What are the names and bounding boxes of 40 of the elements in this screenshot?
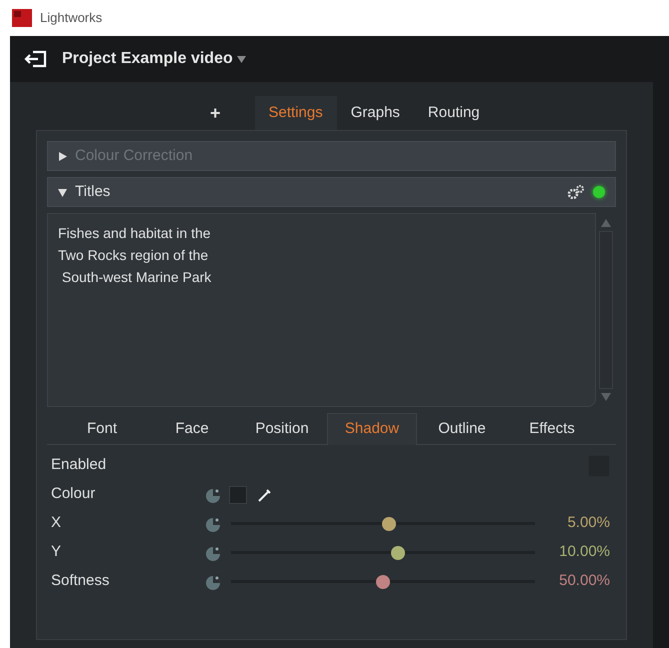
reset-knob-icon[interactable] (205, 486, 221, 502)
slider-thumb[interactable] (391, 546, 406, 560)
eyedropper-icon[interactable] (257, 488, 271, 502)
slider-thumb[interactable] (382, 516, 396, 530)
property-label: Softness (51, 571, 110, 592)
subtab[interactable]: Shadow (327, 413, 417, 445)
enabled-indicator[interactable] (593, 186, 605, 198)
tab[interactable]: + (196, 96, 235, 130)
colour-swatch[interactable] (229, 486, 247, 504)
title-text-field[interactable]: Fishes and habitat in the Two Rocks region of the South-west Marine Park (47, 213, 596, 407)
exit-icon[interactable] (24, 50, 48, 68)
gears-icon[interactable] (567, 185, 585, 199)
property-label: Enabled (51, 455, 108, 476)
property-label: X (51, 513, 62, 534)
property-label: Colour (51, 484, 96, 504)
value-reading: 10.00% (558, 542, 610, 562)
tab[interactable]: Graphs (336, 96, 414, 130)
dropdown-caret-icon (236, 56, 246, 62)
app-logo-icon (12, 9, 32, 27)
value-reading: 50.00% (558, 571, 610, 592)
reset-knob-icon[interactable] (205, 544, 221, 560)
reset-knob-icon[interactable] (205, 516, 221, 532)
value-reading: 5.00% (566, 513, 610, 534)
subtab[interactable]: Effects (507, 413, 597, 445)
project-menu[interactable]: Project Example video (62, 47, 246, 71)
subtab[interactable]: Outline (417, 413, 507, 445)
subtab[interactable]: Face (147, 413, 237, 445)
subtab[interactable]: Position (237, 413, 327, 445)
tab[interactable]: Routing (414, 96, 494, 130)
slider[interactable] (231, 516, 535, 530)
slider[interactable] (231, 546, 535, 560)
section-title: Titles (75, 182, 112, 202)
section-header[interactable]: Titles (47, 177, 616, 207)
slider-thumb[interactable] (376, 574, 390, 588)
property-label: Y (51, 542, 62, 562)
slider[interactable] (231, 574, 535, 588)
tab[interactable]: Settings (254, 96, 337, 130)
window-title: Lightworks (40, 9, 102, 28)
subtab[interactable]: Font (57, 413, 147, 445)
reset-knob-icon[interactable] (205, 574, 221, 590)
